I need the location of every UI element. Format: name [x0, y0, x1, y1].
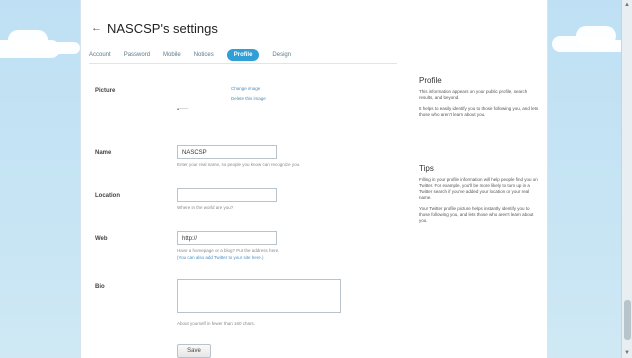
browser-viewport: ← NASCSP's settings Account Password Mob… [0, 0, 632, 358]
tips-sidebar: Tips Filling in your profile information… [419, 164, 541, 229]
background-right [546, 0, 632, 358]
page-header: ← NASCSP's settings [91, 18, 218, 38]
profile-info-sidebar: Profile This information appears on your… [419, 76, 541, 123]
save-button[interactable]: Save [177, 344, 211, 358]
page-title: NASCSP's settings [107, 20, 218, 36]
tips-text: Filling in your profile information will… [419, 177, 538, 200]
tab-design[interactable]: Design [272, 52, 291, 58]
bio-label: Bio [95, 284, 105, 290]
back-arrow-icon[interactable]: ← [91, 22, 102, 34]
picture-thumb-glyph: ▴—— [177, 106, 189, 111]
profile-info-text: This information appears on your public … [419, 89, 528, 100]
bio-hint: About yourself in fewer than 160 chars. [177, 321, 256, 326]
name-label: Name [95, 150, 112, 156]
tab-notices[interactable]: Notices [194, 52, 214, 58]
location-hint: Where in the world are you? [177, 205, 234, 210]
name-hint: Enter your real name, so people you know… [177, 162, 301, 167]
name-field[interactable]: NASCSP [177, 145, 277, 159]
web-label: Web [95, 236, 108, 242]
tab-password[interactable]: Password [124, 52, 150, 58]
tab-account[interactable]: Account [89, 52, 111, 58]
tips-title: Tips [419, 164, 434, 173]
background-left [0, 0, 80, 358]
scroll-down-icon[interactable]: ▼ [623, 349, 631, 357]
web-field[interactable]: http:// [177, 231, 277, 245]
picture-label: Picture [95, 88, 116, 94]
tips-text-2: Your Twitter profile picture helps insta… [419, 206, 534, 223]
settings-tabs: Account Password Mobile Notices Profile … [89, 48, 291, 62]
bio-field[interactable] [177, 279, 341, 313]
location-field[interactable] [177, 188, 277, 202]
change-image-link[interactable]: Change image [231, 86, 260, 91]
delete-image-link[interactable]: Delete this image [231, 96, 266, 101]
scrollbar-thumb[interactable] [624, 300, 631, 340]
profile-info-text-2: It helps to easily identify you to those… [419, 106, 539, 117]
cloud-decoration [30, 42, 80, 54]
divider [89, 63, 397, 64]
vertical-scrollbar[interactable]: ▲ ▼ [621, 0, 632, 358]
profile-info-title: Profile [419, 76, 442, 85]
profile-picture-thumbnail: ▴—— [177, 106, 211, 112]
scroll-up-icon[interactable]: ▲ [623, 1, 631, 9]
location-label: Location [95, 193, 120, 199]
web-hint: Have a homepage or a blog? Put the addre… [177, 248, 280, 253]
tab-mobile[interactable]: Mobile [163, 52, 181, 58]
tab-profile[interactable]: Profile [226, 49, 260, 61]
web-hint-link[interactable]: (You can also add Twitter to your site h… [177, 255, 264, 260]
settings-panel: ← NASCSP's settings Account Password Mob… [80, 0, 548, 358]
